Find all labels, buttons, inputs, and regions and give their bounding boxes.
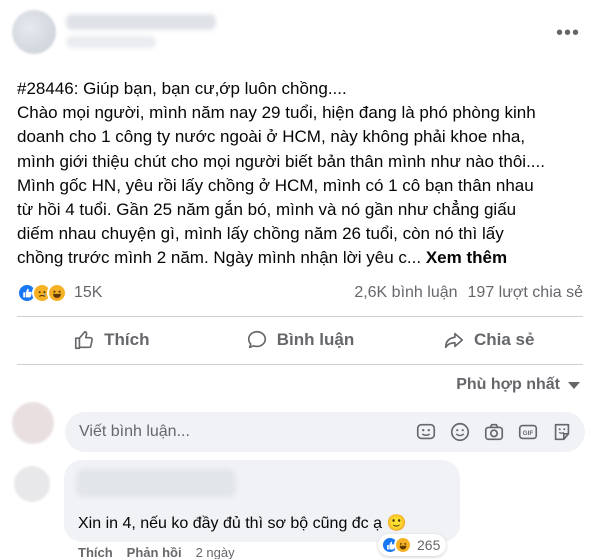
- sort-label: Phù hợp nhất: [456, 376, 560, 393]
- post-text: #28446: Giúp bạn, bạn cư,ớp luôn chồng..…: [17, 77, 592, 271]
- like-button[interactable]: Thích: [17, 318, 206, 362]
- post-line-last: chồng trước mình 2 năm. Ngày mình nhận l…: [17, 246, 592, 270]
- comment-input-tools: GIF: [415, 421, 573, 443]
- haha-icon: [394, 536, 412, 554]
- comment-label: Bình luận: [276, 330, 355, 349]
- like-label: Thích: [104, 330, 150, 349]
- post-line: chồng trước mình 2 năm. Ngày mình nhận l…: [17, 248, 422, 268]
- comment-placeholder: Viết bình luận...: [79, 423, 190, 440]
- comment-input[interactable]: Viết bình luận... GIF: [65, 412, 585, 452]
- page-name-redacted: [66, 14, 216, 30]
- comment-count[interactable]: 2,6K bình luận: [354, 284, 457, 302]
- post-header: •••: [0, 0, 600, 64]
- comment-reactions[interactable]: 265: [378, 534, 447, 556]
- emoji-icon[interactable]: [449, 421, 471, 443]
- comment-reply-link[interactable]: Phản hồi: [127, 545, 182, 559]
- avatar-sticker-icon[interactable]: [551, 421, 573, 443]
- post-line: doanh cho 1 công ty nước ngoài ở HCM, nà…: [17, 127, 526, 147]
- divider: [17, 316, 583, 317]
- comment-text: Xin in 4, nếu ko đầy đủ thì sơ bộ cũng đ…: [78, 515, 407, 532]
- svg-text:GIF: GIF: [523, 430, 534, 437]
- page-avatar[interactable]: [12, 10, 56, 54]
- share-label: Chia sẻ: [473, 330, 535, 349]
- comment-like-link[interactable]: Thích: [78, 545, 113, 559]
- post-line: Chào mọi người, mình năm nay 29 tuổi, hi…: [17, 103, 536, 123]
- share-button[interactable]: Chia sẻ: [394, 318, 583, 362]
- comment-reaction-count: 265: [417, 537, 441, 553]
- gif-icon[interactable]: GIF: [517, 421, 539, 443]
- thumbs-up-icon: [75, 330, 94, 350]
- comment-time[interactable]: 2 ngày: [196, 545, 235, 559]
- comment-bubble-icon: [247, 330, 266, 349]
- current-user-avatar[interactable]: [12, 402, 54, 444]
- divider: [17, 364, 583, 365]
- post-line: mình giới thiệu chút cho mọi người biết …: [17, 151, 545, 171]
- commenter-name-redacted[interactable]: [76, 469, 236, 497]
- post-actions: Thích Bình luận Chia sẻ: [17, 318, 583, 362]
- post-line: #28446: Giúp bạn, bạn cư,ớp luôn chồng..…: [17, 79, 347, 98]
- comment-meta: Thích Phản hồi 2 ngày: [78, 545, 235, 559]
- comment-bubble: Xin in 4, nếu ko đầy đủ thì sơ bộ cũng đ…: [64, 460, 460, 542]
- commenter-avatar[interactable]: [14, 466, 50, 502]
- share-count[interactable]: 197 lượt chia sẻ: [468, 284, 583, 302]
- reactions-summary: 15K 2,6K bình luận 197 lượt chia sẻ: [17, 281, 583, 305]
- see-more-link[interactable]: Xem thêm: [426, 248, 507, 267]
- post-meta-redacted: [66, 36, 156, 48]
- haha-icon: [47, 283, 67, 303]
- sticker-icon[interactable]: [415, 421, 437, 443]
- more-options-icon[interactable]: •••: [556, 23, 580, 43]
- share-arrow-icon: [444, 332, 464, 349]
- post-line: Mình gốc HN, yêu rồi lấy chồng ở HCM, mì…: [17, 175, 534, 195]
- post-line: từ hồi 4 tuổi. Gần 25 năm gắn bó, mình v…: [17, 200, 517, 220]
- post-line: diếm nhau chuyện gì, mình lấy chồng năm …: [17, 224, 504, 244]
- comment-button[interactable]: Bình luận: [206, 318, 395, 362]
- comment-sort-dropdown[interactable]: Phù hợp nhất: [456, 376, 580, 394]
- reaction-count[interactable]: 15K: [74, 284, 102, 302]
- camera-icon[interactable]: [483, 421, 505, 443]
- caret-down-icon: [568, 381, 580, 389]
- reaction-icons[interactable]: [17, 283, 67, 303]
